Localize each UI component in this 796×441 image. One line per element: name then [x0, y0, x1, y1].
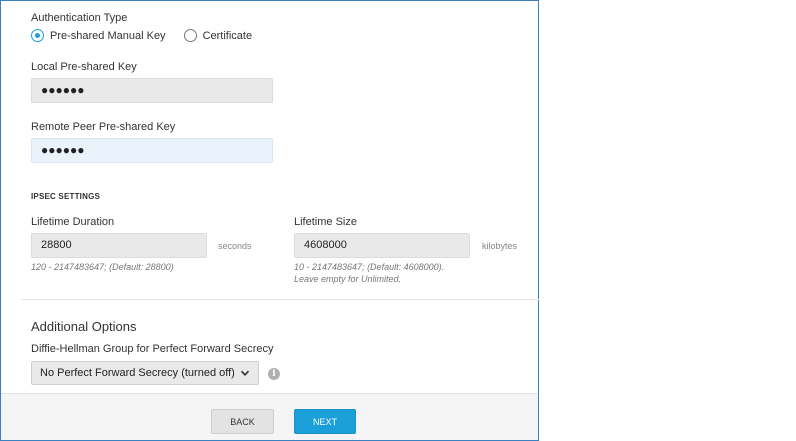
- radio-unchecked-icon: [183, 29, 197, 42]
- radio-label: Pre-shared Manual Key: [50, 29, 166, 42]
- dh-group-selected-value: No Perfect Forward Secrecy (turned off): [40, 367, 235, 379]
- wizard-panel: Authentication Type Pre-shared Manual Ke…: [0, 0, 539, 441]
- auth-type-label: Authentication Type: [31, 12, 128, 24]
- remote-key-input[interactable]: ●●●●●●: [31, 138, 273, 163]
- remote-key-label: Remote Peer Pre-shared Key: [31, 121, 176, 133]
- lifetime-duration-hint: 120 - 2147483647; (Default: 28800): [31, 262, 174, 272]
- radio-label: Certificate: [202, 29, 253, 42]
- lifetime-duration-label: Lifetime Duration: [31, 216, 115, 228]
- local-key-label: Local Pre-shared Key: [31, 61, 137, 73]
- next-button[interactable]: NEXT: [294, 409, 356, 434]
- radio-pre-shared-manual-key[interactable]: Pre-shared Manual Key: [31, 29, 166, 42]
- ipsec-settings-title: IPSEC SETTINGS: [31, 192, 101, 201]
- lifetime-size-input[interactable]: 4608000: [294, 233, 470, 258]
- back-button[interactable]: BACK: [211, 409, 274, 434]
- auth-type-radio-group: Pre-shared Manual Key Certificate: [31, 29, 252, 42]
- radio-checked-icon: [31, 29, 44, 42]
- lifetime-size-unit: kilobytes: [482, 241, 518, 251]
- lifetime-size-hint-unlimited: Leave empty for Unlimited.: [294, 274, 402, 284]
- chevron-down-icon: [240, 370, 250, 376]
- dh-group-select[interactable]: No Perfect Forward Secrecy (turned off): [31, 361, 259, 385]
- lifetime-duration-input[interactable]: 28800: [31, 233, 207, 258]
- lifetime-size-label: Lifetime Size: [294, 216, 357, 228]
- wizard-footer: BACK NEXT: [1, 393, 538, 440]
- lifetime-duration-unit: seconds: [218, 241, 252, 251]
- section-divider: [21, 299, 539, 300]
- info-icon[interactable]: i: [268, 368, 280, 380]
- additional-options-title: Additional Options: [31, 319, 137, 334]
- dh-group-label: Diffie-Hellman Group for Perfect Forward…: [31, 343, 274, 355]
- lifetime-size-hint-range: 10 - 2147483647; (Default: 4608000).: [294, 262, 445, 272]
- local-key-input[interactable]: ●●●●●●: [31, 78, 273, 103]
- radio-certificate[interactable]: Certificate: [183, 29, 253, 42]
